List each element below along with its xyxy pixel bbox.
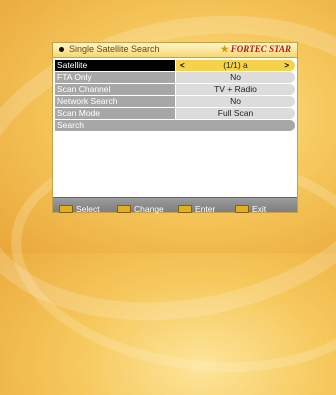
menu-row-scan-channel[interactable]: Scan Channel TV + Radio [55, 84, 295, 95]
hint-exit: Exit [235, 200, 266, 214]
menu-row-value: (1/1) a [223, 60, 248, 70]
hint-enter: Enter [178, 200, 215, 214]
menu-row-label: Scan Mode [55, 108, 175, 119]
menu-row-network-search[interactable]: Network Search No [55, 96, 295, 107]
bullet-icon [59, 47, 64, 52]
key-hint-bar: Select Change Enter Exit [53, 197, 297, 214]
hint-label: Change [134, 203, 164, 214]
menu-title: Single Satellite Search [69, 44, 160, 54]
menu-row-label: Satellite [55, 60, 175, 71]
menu-row-value[interactable]: Full Scan [176, 108, 295, 119]
brand-logo: ★ FORTEC STAR [221, 44, 291, 55]
satellite-value[interactable]: < (1/1) a > [176, 60, 295, 71]
arrow-key-icon [117, 204, 131, 213]
menu-row-satellite[interactable]: Satellite < (1/1) a > [55, 60, 295, 71]
menu-row-fta-only[interactable]: FTA Only No [55, 72, 295, 83]
menu-row-label: Scan Channel [55, 84, 175, 95]
star-icon: ★ [220, 44, 229, 54]
brand-text: FORTEC STAR [230, 44, 291, 54]
hint-label: Enter [195, 203, 216, 214]
menu-header: Single Satellite Search ★ FORTEC STAR [53, 43, 297, 58]
arrow-left-icon[interactable]: < [180, 60, 185, 71]
menu-row-value[interactable]: TV + Radio [176, 84, 295, 95]
enter-key-icon [178, 204, 192, 213]
hint-change: Change [117, 200, 164, 214]
hint-label: Select [76, 203, 100, 214]
menu-row-label: Network Search [55, 96, 175, 107]
search-button[interactable]: Search [55, 120, 295, 131]
ok-key-icon [59, 204, 73, 213]
menu-row-label: Search [55, 120, 295, 131]
menu-row-scan-mode[interactable]: Scan Mode Full Scan [55, 108, 295, 119]
menu-row-value[interactable]: No [176, 96, 295, 107]
exit-key-icon [235, 204, 249, 213]
arrow-right-icon[interactable]: > [284, 60, 289, 71]
hint-label: Exit [252, 203, 267, 214]
menu-row-value[interactable]: No [176, 72, 295, 83]
menu-list: Satellite < (1/1) a > FTA Only No Scan C… [55, 60, 295, 132]
search-menu-panel: Single Satellite Search ★ FORTEC STAR Sat… [52, 42, 298, 214]
hint-select: Select [59, 200, 100, 214]
menu-row-label: FTA Only [55, 72, 175, 83]
